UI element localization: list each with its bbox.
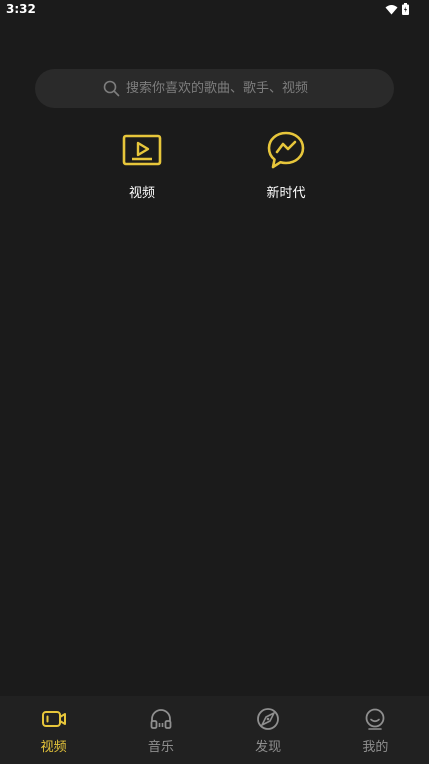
- smiley-icon: [362, 706, 388, 732]
- entry-video-label: 视频: [128, 186, 155, 201]
- video-play-icon: [120, 128, 164, 172]
- chat-bolt-icon: [264, 128, 308, 172]
- nav-item-discover[interactable]: 发现: [215, 696, 322, 764]
- entry-video[interactable]: 视频: [92, 128, 192, 206]
- nav-item-music[interactable]: 音乐: [107, 696, 214, 764]
- search-icon: [103, 80, 120, 97]
- search-bar[interactable]: [35, 69, 394, 108]
- status-bar: 3:32: [0, 0, 429, 20]
- app-screen: 3:32 搜索你喜欢的歌曲、歌手、视频 视频 新时代 视频 音乐 发现 我的: [0, 0, 429, 764]
- search-input[interactable]: [126, 81, 326, 96]
- nav-label-video: 视频: [40, 740, 67, 755]
- video-camera-icon: [41, 706, 67, 732]
- nav-item-video[interactable]: 视频: [0, 696, 107, 764]
- battery-icon: [402, 3, 409, 15]
- nav-label-music: 音乐: [147, 740, 174, 755]
- nav-label-mine: 我的: [362, 740, 389, 755]
- status-icons: [385, 3, 409, 15]
- entry-new-era[interactable]: 新时代: [236, 128, 336, 206]
- wifi-icon: [385, 4, 398, 15]
- status-time: 3:32: [6, 2, 36, 16]
- nav-label-discover: 发现: [255, 740, 282, 755]
- headphones-icon: [148, 706, 174, 732]
- bottom-nav: 视频 音乐 发现 我的: [0, 696, 429, 764]
- nav-item-mine[interactable]: 我的: [322, 696, 429, 764]
- compass-icon: [255, 706, 281, 732]
- entry-new-era-label: 新时代: [266, 186, 306, 201]
